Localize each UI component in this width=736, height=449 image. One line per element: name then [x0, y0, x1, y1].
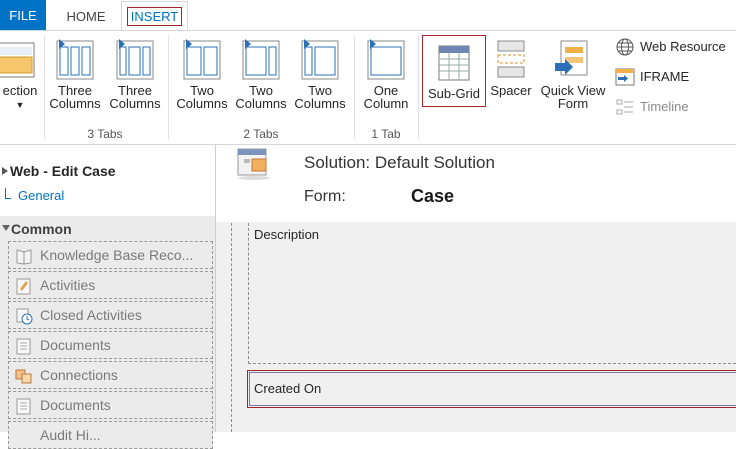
iframe-button[interactable]: IFRAME — [615, 68, 705, 86]
activities-icon — [16, 278, 31, 295]
two-columns-icon — [183, 39, 221, 80]
nav-item-connections[interactable]: Connections — [8, 361, 213, 389]
three-columns-button-1[interactable]: Three Columns — [46, 37, 104, 110]
two-columns-button-2[interactable]: Two Columns — [233, 37, 289, 110]
three-columns-label-2b: Columns — [109, 96, 161, 111]
nav-title: Web - Edit Case — [10, 163, 116, 179]
spacer-icon — [497, 40, 525, 78]
web-resource-button[interactable]: Web Resource — [615, 38, 733, 56]
timeline-button[interactable]: Timeline — [615, 98, 705, 116]
tab-file[interactable]: FILE — [0, 0, 46, 30]
two-columns-label-1b: Columns — [176, 96, 228, 111]
quick-view-form-label-b: Form — [557, 96, 589, 111]
tree-connector-icon — [5, 188, 11, 199]
form-entity-icon — [237, 148, 270, 180]
two-columns-button-3[interactable]: Two Columns — [292, 37, 348, 110]
nav-item-closed-activities[interactable]: Closed Activities — [8, 301, 213, 329]
group-label-one-tab: 1 Tab — [371, 127, 401, 141]
three-columns-label-1b: Columns — [49, 96, 101, 111]
nav-item-activities[interactable]: Activities — [8, 271, 213, 299]
tab-home[interactable]: HOME — [56, 0, 116, 30]
three-columns-button-2[interactable]: Three Columns — [106, 37, 164, 110]
one-column-label-b: Column — [363, 96, 409, 111]
two-columns-icon — [301, 39, 339, 80]
ribbon-divider — [168, 35, 169, 139]
nav-item-label: Audit Hi... — [40, 427, 101, 443]
two-columns-label-2b: Columns — [235, 96, 287, 111]
nav-item-knowledge-base[interactable]: Knowledge Base Reco... — [8, 241, 213, 269]
nav-item-audit-history[interactable]: Audit Hi... — [8, 421, 213, 449]
description-field-label: Description — [254, 227, 320, 242]
created-on-field-label: Created On — [254, 381, 322, 396]
nav-group-common: Common — [11, 221, 72, 237]
sub-grid-icon — [438, 45, 470, 81]
spacer-label: Spacer — [490, 83, 532, 98]
section-label: ection — [2, 83, 38, 98]
group-label-two-tabs: 2 Tabs — [243, 127, 279, 141]
three-columns-icon — [56, 39, 94, 80]
timeline-label: Timeline — [640, 99, 689, 114]
form-label: Form: — [304, 188, 346, 205]
iframe-label: IFRAME — [640, 69, 690, 84]
ribbon-divider — [418, 35, 419, 139]
nav-item-label: Documents — [40, 337, 111, 353]
iframe-icon — [615, 68, 635, 86]
two-columns-label-3b: Columns — [294, 96, 346, 111]
documents-icon — [16, 338, 31, 355]
clock-icon — [16, 308, 33, 325]
sub-grid-label: Sub-Grid — [427, 86, 481, 101]
nav-item-label: Documents — [40, 397, 111, 413]
ribbon: ection ▼ Three Columns Three Columns 3 T… — [0, 31, 736, 145]
section-icon — [0, 42, 35, 78]
nav-item-documents-2[interactable]: Documents — [8, 391, 213, 419]
nav-item-general[interactable]: General — [18, 188, 64, 203]
collapse-caret-icon[interactable] — [2, 167, 8, 175]
section-button[interactable]: ection ▼ — [0, 37, 40, 112]
expand-caret-icon[interactable] — [2, 225, 10, 231]
created-on-field-selection — [249, 372, 736, 406]
tab-insert[interactable]: INSERT — [121, 1, 188, 30]
spacer-button[interactable]: Spacer — [488, 37, 534, 97]
three-columns-icon — [116, 39, 154, 80]
one-column-button[interactable]: One Column — [358, 37, 414, 110]
group-label-three-tabs: 3 Tabs — [87, 127, 123, 141]
form-name: Case — [411, 186, 455, 206]
nav-item-documents[interactable]: Documents — [8, 331, 213, 359]
timeline-icon — [616, 99, 633, 115]
connections-icon — [15, 369, 32, 384]
ribbon-divider — [354, 35, 355, 139]
sub-grid-button[interactable]: Sub-Grid — [422, 35, 486, 107]
nav-item-label: Activities — [40, 277, 96, 293]
one-column-icon — [367, 39, 405, 80]
solution-label: Solution: Default Solution — [304, 153, 495, 172]
book-icon — [16, 249, 32, 265]
chevron-down-icon: ▼ — [15, 100, 25, 110]
web-resource-label: Web Resource — [640, 39, 726, 54]
two-columns-button-1[interactable]: Two Columns — [174, 37, 230, 110]
two-columns-icon — [242, 39, 280, 80]
globe-icon — [616, 38, 634, 56]
nav-item-label: Connections — [40, 367, 118, 383]
tab-insert-label: INSERT — [127, 7, 182, 26]
quick-view-form-button[interactable]: Quick View Form — [538, 37, 608, 110]
quick-view-form-icon — [555, 40, 588, 76]
description-field[interactable] — [248, 223, 736, 364]
nav-item-label: Knowledge Base Reco... — [40, 247, 194, 263]
documents-icon — [16, 398, 31, 415]
nav-item-label: Closed Activities — [40, 307, 142, 323]
ribbon-divider — [44, 35, 45, 139]
